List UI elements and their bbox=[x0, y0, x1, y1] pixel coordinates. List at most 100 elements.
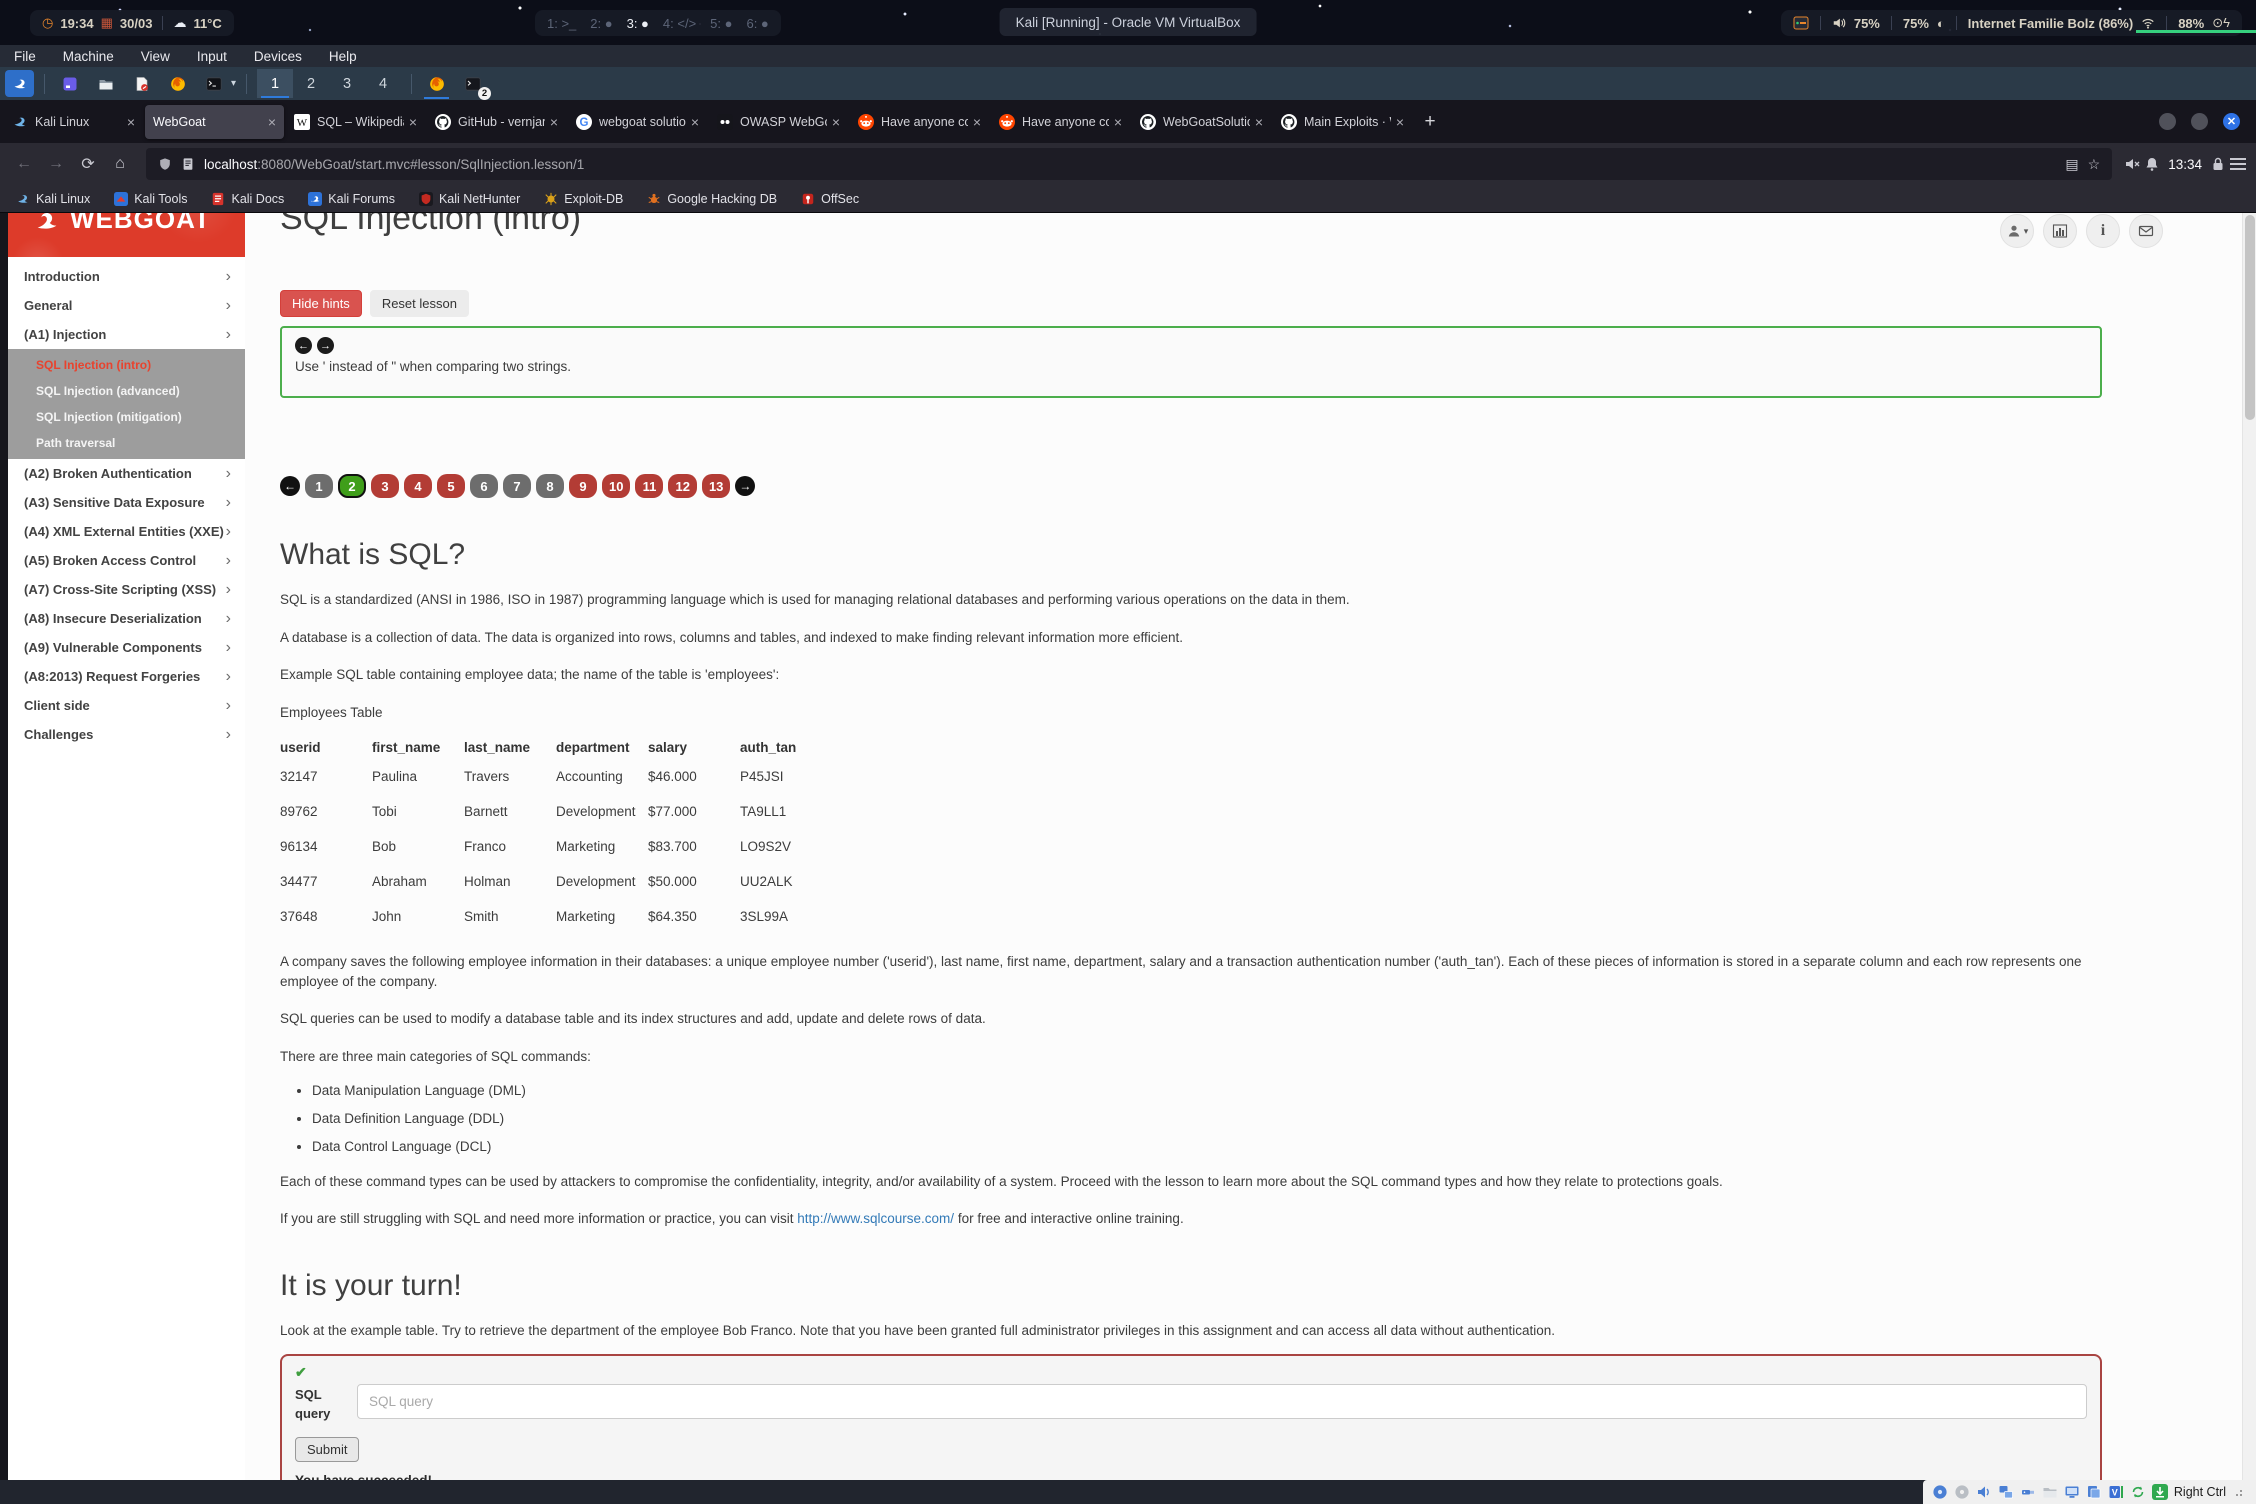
tab-close-button[interactable]: × bbox=[550, 114, 558, 130]
browser-tab[interactable]: WebGoat× bbox=[145, 105, 284, 139]
host-workspace-indicator[interactable]: 6: ● bbox=[746, 16, 768, 31]
resize-grip[interactable] bbox=[2234, 1488, 2242, 1496]
sql-query-input[interactable] bbox=[357, 1384, 2087, 1419]
terminal-app-icon[interactable] bbox=[1793, 15, 1809, 31]
reset-lesson-button[interactable]: Reset lesson bbox=[370, 290, 469, 317]
vbox-menu-file[interactable]: File bbox=[14, 49, 36, 64]
hide-hints-button[interactable]: Hide hints bbox=[280, 290, 362, 317]
previous-hint-button[interactable]: ← bbox=[295, 337, 312, 354]
tab-close-button[interactable]: × bbox=[268, 114, 276, 130]
sidebar-item[interactable]: Client side› bbox=[8, 691, 245, 720]
file-manager-button[interactable] bbox=[55, 70, 84, 97]
next-hint-button[interactable]: → bbox=[317, 337, 334, 354]
vbox-menu-view[interactable]: View bbox=[141, 49, 170, 64]
vbox-menu-machine[interactable]: Machine bbox=[63, 49, 114, 64]
host-workspace-indicator[interactable]: 5: ● bbox=[710, 16, 732, 31]
clock-extension[interactable]: 13:34 bbox=[2164, 157, 2206, 172]
menu-icon[interactable] bbox=[2230, 158, 2246, 170]
page-button-6[interactable]: 6 bbox=[470, 474, 498, 498]
workspace-button-4[interactable]: 4 bbox=[365, 69, 401, 98]
bookmark-item[interactable]: Kali Tools bbox=[114, 192, 187, 206]
bookmark-item[interactable]: Google Hacking DB bbox=[647, 192, 777, 206]
back-button[interactable]: ← bbox=[10, 155, 38, 173]
sidebar-item[interactable]: (A8) Insecure Deserialization› bbox=[8, 604, 245, 633]
contact-button[interactable] bbox=[2129, 214, 2163, 248]
forward-button[interactable]: → bbox=[42, 155, 70, 173]
page-button-11[interactable]: 11 bbox=[635, 474, 663, 498]
sidebar-item[interactable]: (A8:2013) Request Forgeries› bbox=[8, 662, 245, 691]
workspace-button-3[interactable]: 3 bbox=[329, 69, 365, 98]
speaker-icon[interactable] bbox=[1832, 16, 1846, 30]
submit-button[interactable]: Submit bbox=[295, 1437, 359, 1462]
firefox-task-button[interactable] bbox=[422, 70, 451, 97]
next-page-button[interactable]: → bbox=[735, 476, 755, 496]
page-button-3[interactable]: 3 bbox=[371, 474, 399, 498]
kali-menu-button[interactable] bbox=[5, 70, 34, 97]
host-brightness[interactable]: 75% bbox=[1903, 16, 1929, 31]
terminal-launcher-button[interactable] bbox=[199, 70, 228, 97]
tab-close-button[interactable]: × bbox=[1396, 114, 1404, 130]
browser-tab[interactable]: WebGoatSolutions/Sql× bbox=[1132, 105, 1271, 139]
notification-bell-icon[interactable] bbox=[2144, 156, 2160, 172]
browser-tab[interactable]: Have anyone completed× bbox=[850, 105, 989, 139]
browser-tab[interactable]: GitHub - vernjan/webgo× bbox=[427, 105, 566, 139]
reader-view-icon[interactable]: ▤ bbox=[2065, 156, 2078, 173]
sidebar-item[interactable]: (A2) Broken Authentication› bbox=[8, 459, 245, 488]
firefox-launcher-button[interactable] bbox=[163, 70, 192, 97]
sidebar-lesson-item[interactable]: SQL Injection (advanced) bbox=[8, 378, 245, 404]
maximize-button[interactable] bbox=[2191, 113, 2208, 130]
workspace-button-1[interactable]: 1 bbox=[257, 69, 293, 98]
close-window-button[interactable]: ✕ bbox=[2223, 113, 2240, 130]
bookmark-item[interactable]: OffSec bbox=[801, 192, 859, 206]
bookmark-item[interactable]: Kali Docs bbox=[211, 192, 284, 206]
sqlcourse-link[interactable]: http://www.sqlcourse.com/ bbox=[797, 1211, 954, 1226]
page-button-4[interactable]: 4 bbox=[404, 474, 432, 498]
sidebar-item[interactable]: General› bbox=[8, 291, 245, 320]
page-scrollbar[interactable] bbox=[2242, 213, 2256, 1480]
page-button-2[interactable]: 2 bbox=[338, 474, 366, 498]
scrollbar-thumb[interactable] bbox=[2245, 215, 2255, 420]
page-button-10[interactable]: 10 bbox=[602, 474, 630, 498]
vbox-menu-input[interactable]: Input bbox=[197, 49, 227, 64]
reload-button[interactable]: ⟳ bbox=[74, 154, 102, 174]
bookmark-item[interactable]: Exploit-DB bbox=[544, 192, 623, 206]
sidebar-item[interactable]: Challenges› bbox=[8, 720, 245, 749]
tab-close-button[interactable]: × bbox=[409, 114, 417, 130]
page-button-9[interactable]: 9 bbox=[569, 474, 597, 498]
minimize-button[interactable] bbox=[2159, 113, 2176, 130]
terminal-task-button[interactable]: 2 bbox=[458, 70, 487, 97]
browser-tab[interactable]: Main Exploits · WebGoa× bbox=[1273, 105, 1412, 139]
sidebar-item[interactable]: (A9) Vulnerable Components› bbox=[8, 633, 245, 662]
vm-window-title[interactable]: Kali [Running] - Oracle VM VirtualBox bbox=[1000, 8, 1257, 36]
chevron-down-icon[interactable]: ▾ bbox=[231, 78, 236, 89]
page-button-7[interactable]: 7 bbox=[503, 474, 531, 498]
tab-close-button[interactable]: × bbox=[1114, 114, 1122, 130]
browser-tab[interactable]: Kali Linux× bbox=[4, 105, 143, 139]
host-workspace-indicator[interactable]: 3: ● bbox=[627, 16, 649, 31]
user-menu-button[interactable]: ▾ bbox=[2000, 214, 2034, 248]
folder-button[interactable] bbox=[91, 70, 120, 97]
tab-close-button[interactable]: × bbox=[691, 114, 699, 130]
shield-icon[interactable] bbox=[158, 157, 172, 171]
host-network-name[interactable]: Internet Familie Bolz (86%) bbox=[1968, 16, 2133, 31]
about-button[interactable]: i bbox=[2086, 214, 2120, 248]
webgoat-logo[interactable]: WEBGOAT bbox=[32, 213, 211, 235]
page-button-1[interactable]: 1 bbox=[305, 474, 333, 498]
url-text[interactable]: localhost:8080/WebGoat/start.mvc#lesson/… bbox=[204, 157, 2056, 172]
sidebar-item[interactable]: (A3) Sensitive Data Exposure› bbox=[8, 488, 245, 517]
vbox-menu-help[interactable]: Help bbox=[329, 49, 357, 64]
mute-tab-icon[interactable] bbox=[2124, 156, 2140, 172]
home-button[interactable]: ⌂ bbox=[106, 155, 134, 173]
lock-icon[interactable] bbox=[2210, 156, 2226, 172]
sidebar-item[interactable]: (A1) Injection› bbox=[8, 320, 245, 349]
bookmark-item[interactable]: Kali Forums bbox=[308, 192, 395, 206]
scoreboard-button[interactable] bbox=[2043, 214, 2077, 248]
sidebar-lesson-item[interactable]: Path traversal bbox=[8, 430, 245, 456]
sidebar-item[interactable]: (A4) XML External Entities (XXE)› bbox=[8, 517, 245, 546]
bookmark-item[interactable]: Kali Linux bbox=[16, 192, 90, 206]
tab-close-button[interactable]: × bbox=[832, 114, 840, 130]
tab-close-button[interactable]: × bbox=[973, 114, 981, 130]
vbox-menu-devices[interactable]: Devices bbox=[254, 49, 302, 64]
sidebar-item[interactable]: (A5) Broken Access Control› bbox=[8, 546, 245, 575]
browser-tab[interactable]: WSQL – Wikipedia× bbox=[286, 105, 425, 139]
